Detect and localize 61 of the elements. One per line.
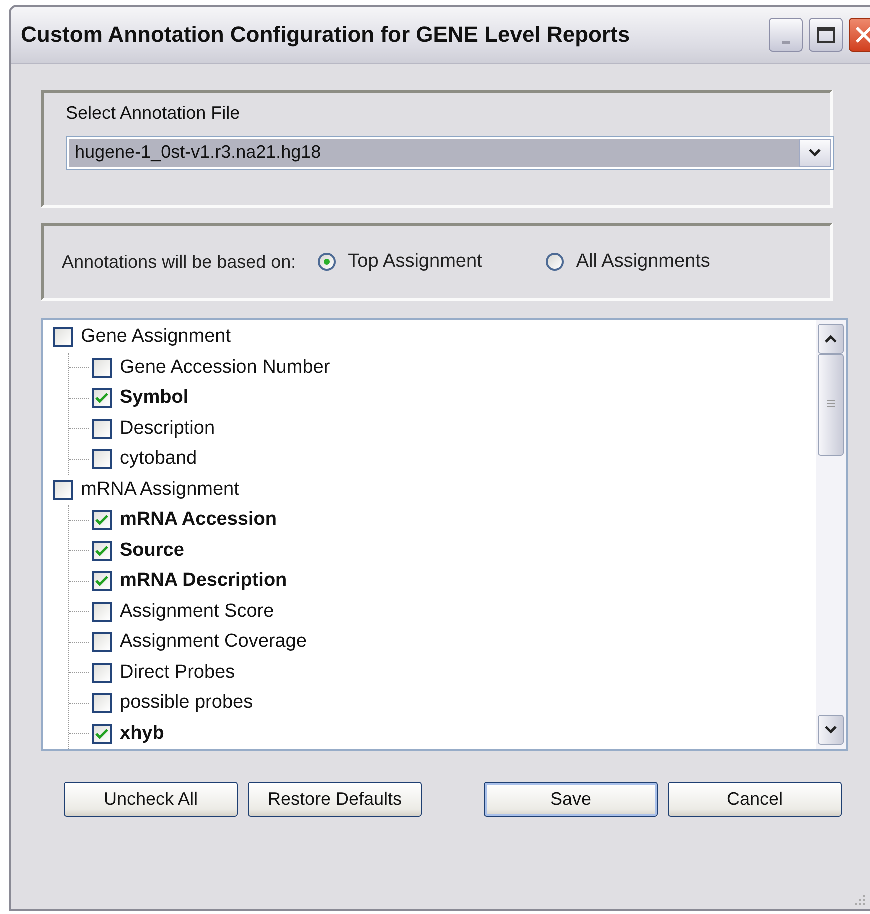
checkbox[interactable]: [92, 510, 112, 530]
basis-label: Annotations will be based on:: [62, 252, 296, 272]
radio-option[interactable]: Top Assignment: [318, 251, 482, 273]
close-button[interactable]: [849, 18, 870, 52]
tree-item[interactable]: Gene Assignment: [81, 326, 231, 348]
tree-item[interactable]: Symbol: [120, 387, 189, 410]
field-label: Select Annotation File: [66, 103, 242, 124]
tree-item[interactable]: Description: [120, 418, 216, 440]
dialog-button[interactable]: Restore Defaults: [248, 782, 422, 817]
checkbox[interactable]: [92, 632, 112, 652]
checkbox[interactable]: [92, 724, 112, 744]
checkbox[interactable]: [92, 388, 112, 408]
tree-item[interactable]: cytoband: [120, 448, 198, 470]
tree-item[interactable]: xhyb: [120, 722, 164, 745]
tree-item[interactable]: mRNA Description: [120, 570, 288, 592]
tree-item[interactable]: Gene Accession Number: [120, 356, 330, 379]
checkbox[interactable]: [92, 662, 112, 683]
dialog-button[interactable]: Cancel: [668, 782, 842, 817]
dialog-button[interactable]: Uncheck All: [64, 782, 238, 817]
minimize-button[interactable]: [769, 18, 803, 52]
scroll-down-button[interactable]: [818, 715, 844, 745]
checkbox[interactable]: [92, 449, 112, 470]
dropdown-button[interactable]: [799, 139, 831, 167]
checkbox[interactable]: [92, 571, 112, 592]
annotation-file-dropdown[interactable]: hugene-1_0st-v1.r3.na21.hg18: [66, 136, 834, 170]
check-icon: [95, 575, 109, 588]
checkbox[interactable]: [92, 540, 112, 561]
tree-item[interactable]: Source: [120, 540, 184, 562]
grip-icon: [826, 400, 836, 410]
close-icon: [855, 26, 870, 44]
checkbox[interactable]: [53, 327, 73, 348]
checkbox[interactable]: [53, 480, 73, 500]
resize-grip-icon: [855, 895, 865, 905]
minimize-icon: [782, 40, 790, 44]
chevron-down-icon: [808, 148, 822, 158]
checkbox[interactable]: [92, 358, 112, 378]
scrollbar[interactable]: [816, 320, 846, 749]
check-icon: [95, 514, 109, 526]
checkbox[interactable]: [92, 693, 112, 714]
tree-item[interactable]: Assignment Coverage: [120, 631, 307, 654]
tree-item[interactable]: mRNA Accession: [120, 509, 277, 532]
window-title: Custom Annotation Configuration for GENE Level Reports: [21, 22, 630, 48]
check-icon: [95, 392, 109, 404]
tree-item[interactable]: mRNA Assignment: [81, 478, 240, 501]
scroll-up-button[interactable]: [818, 324, 844, 354]
chevron-down-icon: [824, 725, 838, 735]
radio-button[interactable]: [546, 253, 564, 271]
check-icon: [95, 728, 109, 740]
tree-item[interactable]: Assignment Score: [120, 600, 274, 623]
check-icon: [95, 544, 109, 557]
tree-item[interactable]: possible probes: [120, 692, 254, 714]
chevron-up-icon: [824, 334, 838, 344]
radio-option[interactable]: All Assignments: [546, 251, 710, 273]
maximize-icon: [817, 27, 835, 43]
dialog-button[interactable]: Save: [484, 782, 658, 817]
scroll-thumb[interactable]: [818, 354, 844, 456]
maximize-button[interactable]: [809, 18, 843, 52]
tree-item[interactable]: Direct Probes: [120, 662, 236, 684]
checkbox[interactable]: [92, 602, 112, 622]
radio-button[interactable]: [318, 253, 336, 271]
checkbox[interactable]: [92, 418, 112, 439]
